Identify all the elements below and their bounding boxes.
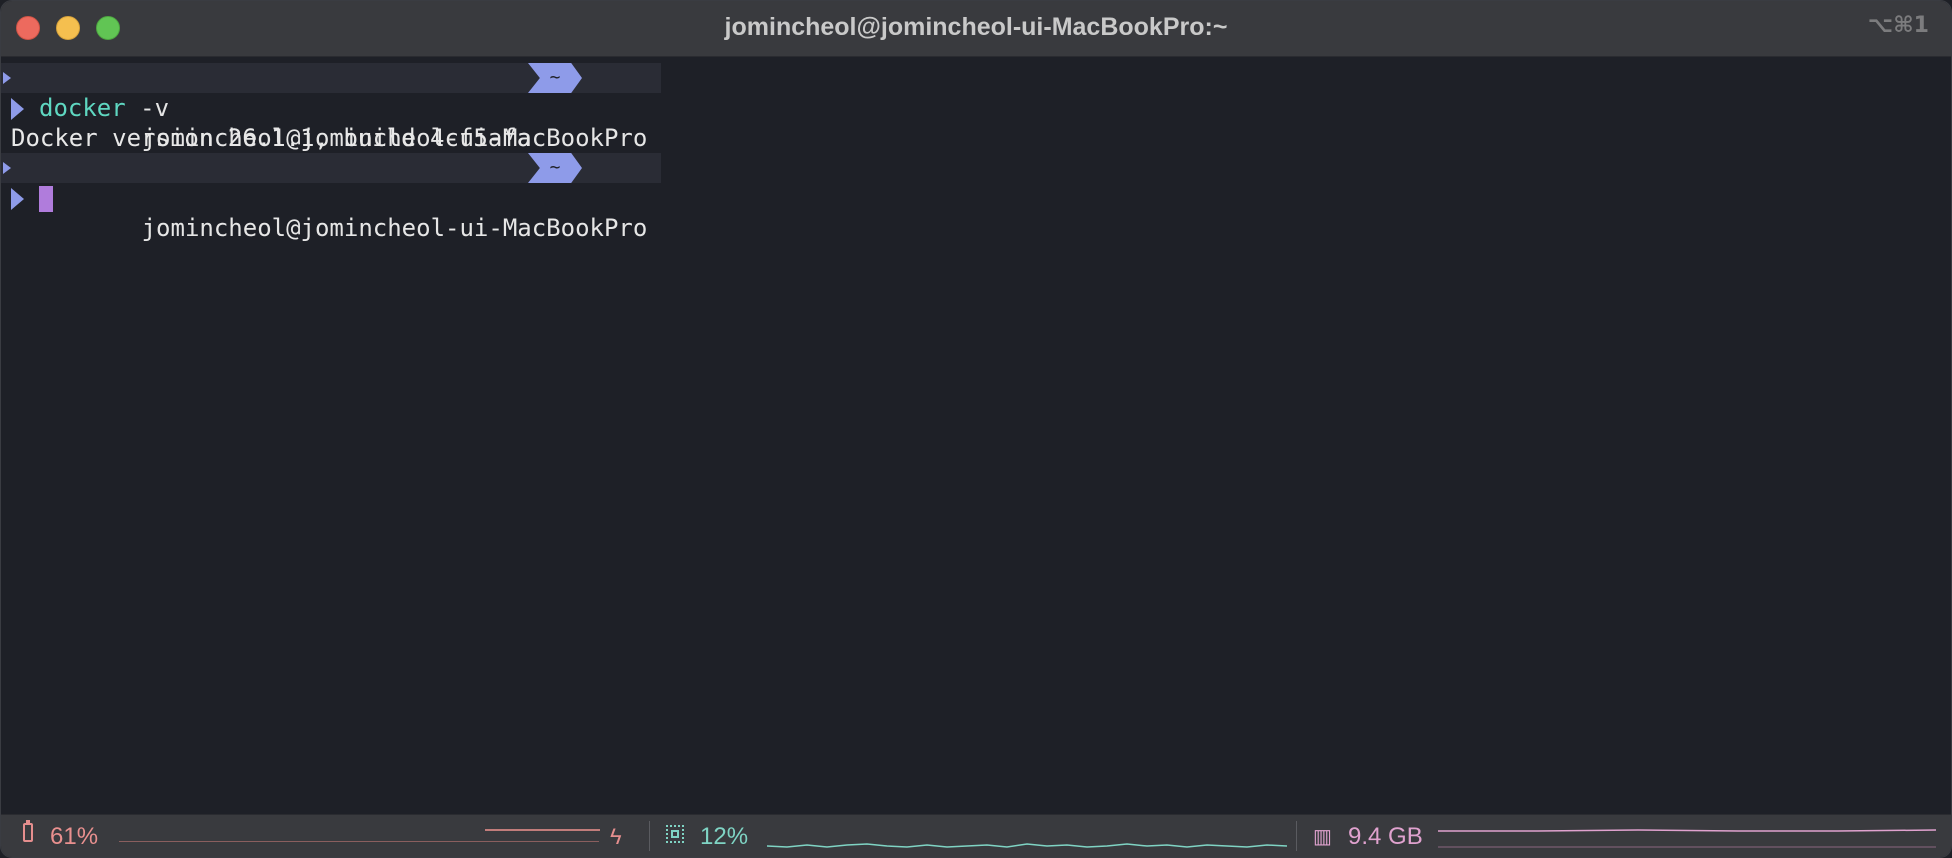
status-divider — [649, 821, 650, 851]
memory-usage: 9.4 GB — [1348, 823, 1423, 850]
input-chevron-icon — [11, 188, 24, 210]
command-text: docker -v — [39, 93, 169, 123]
status-bar: 61% ϟ 12% ▥ 9.4 GB — [1, 814, 1951, 857]
prompt-chevron-icon — [3, 72, 11, 84]
battery-percentage: 61% — [50, 823, 99, 850]
command-args: -v — [125, 94, 170, 122]
input-chevron-icon — [11, 98, 24, 120]
command-exe: docker — [39, 94, 126, 122]
cpu-usage-graph — [767, 843, 1287, 848]
memory-icon: ▥ — [1313, 826, 1332, 848]
terminal-content[interactable]: jomincheol@jomincheol-ui-MacBookPro ~ do… — [1, 57, 1951, 817]
cpu-icon — [666, 825, 684, 843]
window-shortcut: ⌥⌘1 — [1867, 13, 1929, 38]
battery-icon — [23, 820, 33, 842]
output-line: Docker version 26.1.1, build 4cf5afa — [1, 123, 531, 153]
window-title: jomincheol@jomincheol-ui-MacBookPro:~ — [724, 13, 1228, 41]
title-bar[interactable]: jomincheol@jomincheol-ui-MacBookPro:~ ⌥⌘… — [1, 1, 1951, 57]
prompt-line: jomincheol@jomincheol-ui-MacBookPro ~ — [1, 63, 662, 152]
command-line: docker -v — [1, 93, 169, 123]
terminal-window: jomincheol@jomincheol-ui-MacBookPro:~ ⌥⌘… — [0, 0, 1952, 858]
text-cursor — [39, 186, 53, 212]
cpu-percentage: 12% — [700, 823, 749, 850]
input-line[interactable] — [1, 183, 88, 213]
prompt-user-host-text: jomincheol@jomincheol-ui-MacBookPro — [141, 214, 648, 242]
bolt-icon: ϟ — [610, 824, 622, 849]
battery-graph-level — [485, 829, 600, 831]
prompt-chevron-icon — [3, 162, 11, 174]
memory-usage-graph — [1438, 829, 1936, 848]
status-divider — [1296, 821, 1297, 851]
battery-graph-baseline — [119, 841, 599, 842]
command-output: Docker version 26.1.1, build 4cf5afa — [11, 124, 532, 152]
prompt-line: jomincheol@jomincheol-ui-MacBookPro ~ — [1, 153, 662, 242]
